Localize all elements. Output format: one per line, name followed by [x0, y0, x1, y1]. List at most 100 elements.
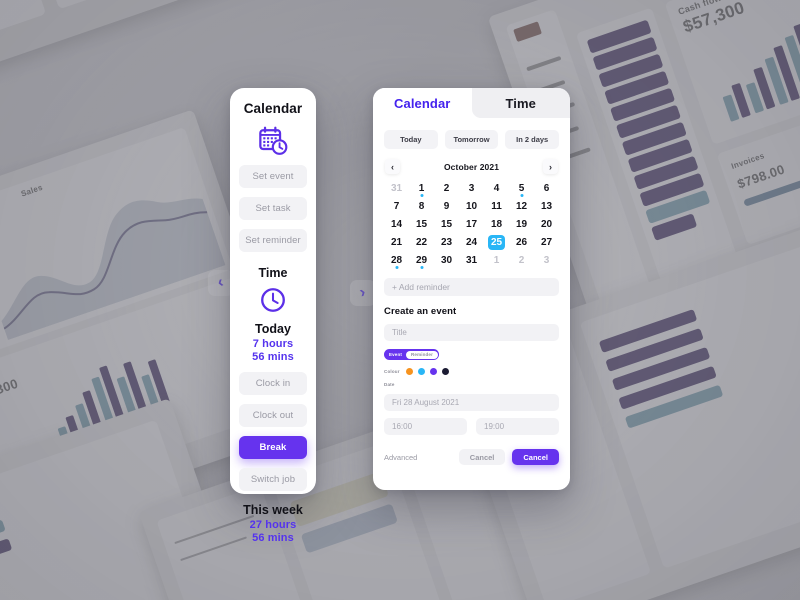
calendar-day[interactable]: 13	[534, 198, 559, 215]
calendar-day[interactable]: 21	[384, 234, 409, 251]
this-week-label: This week	[243, 503, 303, 517]
calendar-day-number: 9	[443, 201, 450, 212]
calendar-day-number: 4	[493, 183, 500, 194]
calendar-day[interactable]: 18	[484, 216, 509, 233]
calendar-day-number: 14	[390, 219, 403, 230]
calendar-day-number: 12	[515, 201, 528, 212]
calendar-day[interactable]: 19	[509, 216, 534, 233]
calendar-day[interactable]: 30	[434, 252, 459, 269]
calendar-day-number: 31	[390, 183, 403, 194]
prev-month-button[interactable]: ‹	[385, 159, 400, 174]
set-task-button[interactable]: Set task	[239, 197, 307, 220]
calendar-day[interactable]: 10	[459, 198, 484, 215]
calendar-day-number: 25	[490, 237, 503, 248]
calendar-day[interactable]: 3	[534, 252, 559, 269]
colour-swatch[interactable]	[405, 368, 413, 375]
calendar-day[interactable]: 1	[484, 252, 509, 269]
calendar-day[interactable]: 4	[484, 180, 509, 197]
clock-in-button[interactable]: Clock in	[239, 372, 307, 395]
calendar-day[interactable]: 31	[384, 180, 409, 197]
calendar-day[interactable]: 28	[384, 252, 409, 269]
week-hours: 27 hours	[249, 519, 297, 531]
tab-calendar[interactable]: Calendar	[373, 88, 472, 118]
calendar-day[interactable]: 2	[509, 252, 534, 269]
calendar-clock-icon	[239, 126, 307, 156]
calendar-day-number: 5	[518, 183, 525, 194]
set-reminder-button[interactable]: Set reminder	[239, 229, 307, 252]
calendar-day[interactable]: 24	[459, 234, 484, 251]
event-start-time-input[interactable]: 16:00	[384, 418, 467, 435]
calendar-day-number: 3	[468, 183, 475, 194]
calendar-day[interactable]: 17	[459, 216, 484, 233]
colour-swatch[interactable]	[429, 368, 437, 375]
calendar-day-number: 27	[540, 237, 553, 248]
calendar-day[interactable]: 2	[434, 180, 459, 197]
calendar-day[interactable]: 15	[409, 216, 434, 233]
calendar-day[interactable]: 6	[534, 180, 559, 197]
quick-date-today[interactable]: Today	[384, 130, 438, 149]
calendar-day-number: 6	[543, 183, 550, 194]
calendar-day[interactable]: 23	[434, 234, 459, 251]
calendar-day-number: 10	[465, 201, 478, 212]
screenshot-root: Cash flow $57,300 Invoices $798.00 $1,46…	[0, 0, 800, 600]
event-title-input[interactable]: Title	[384, 324, 559, 341]
calendar-day[interactable]: 29	[409, 252, 434, 269]
calendar-day[interactable]: 15	[434, 216, 459, 233]
break-button[interactable]: Break	[239, 436, 307, 459]
colour-swatch[interactable]	[441, 368, 449, 375]
calendar-day[interactable]: 3	[459, 180, 484, 197]
footer-buttons: Cancel Cancel	[458, 449, 559, 465]
calendar-day-number: 15	[415, 219, 428, 230]
calendar-day[interactable]: 14	[384, 216, 409, 233]
clock-out-button[interactable]: Clock out	[239, 404, 307, 427]
calendar-day[interactable]: 12	[509, 198, 534, 215]
calendar-day[interactable]: 11	[484, 198, 509, 215]
calendar-day[interactable]: 8	[409, 198, 434, 215]
calendar-day[interactable]: 5	[509, 180, 534, 197]
calendar-day-number: 2	[443, 183, 450, 194]
event-dot	[420, 266, 423, 269]
add-reminder-field[interactable]: + Add reminder	[384, 278, 559, 296]
calendar-day[interactable]: 26	[509, 234, 534, 251]
cancel-button[interactable]: Cancel	[458, 449, 506, 465]
event-date-input[interactable]: Fri 28 August 2021	[384, 394, 559, 411]
switch-job-button[interactable]: Switch job	[239, 468, 307, 491]
advanced-link[interactable]: Advanced	[384, 453, 417, 462]
week-minutes: 56 mins	[252, 532, 294, 544]
event-end-time-input[interactable]: 19:00	[476, 418, 559, 435]
calendar-day-number: 7	[393, 201, 400, 212]
event-type-toggle[interactable]: Event Reminder	[384, 349, 439, 360]
next-month-button[interactable]: ›	[543, 159, 558, 174]
calendar-day-number: 31	[465, 255, 478, 266]
calendar-day-number: 15	[440, 219, 453, 230]
time-section-title: Time	[258, 266, 288, 280]
calendar-day[interactable]: 31	[459, 252, 484, 269]
event-dot	[520, 194, 523, 197]
confirm-button[interactable]: Cancel	[512, 449, 559, 465]
toggle-option-reminder[interactable]: Reminder	[406, 350, 438, 359]
month-navigation: ‹ October 2021 ›	[384, 159, 559, 174]
calendar-day[interactable]: 7	[384, 198, 409, 215]
today-hours: 7 hours	[252, 338, 294, 350]
colour-label: Colour	[384, 369, 400, 374]
calendar-day[interactable]: 1	[409, 180, 434, 197]
quick-date-row: Today Tomorrow In 2 days	[384, 130, 560, 149]
calendar-day[interactable]: 27	[534, 234, 559, 251]
toggle-option-event[interactable]: Event	[385, 352, 406, 357]
calendar-day[interactable]: 25	[484, 234, 509, 251]
calendar-day-number: 22	[415, 237, 428, 248]
calendar-day[interactable]: 9	[434, 198, 459, 215]
panel-footer: Advanced Cancel Cancel	[384, 449, 559, 465]
quick-date-tomorrow[interactable]: Tomorrow	[444, 130, 499, 149]
panel-title: Calendar	[243, 101, 303, 116]
event-dot	[420, 194, 423, 197]
colour-swatch[interactable]	[417, 368, 425, 375]
quick-date-in-2-days[interactable]: In 2 days	[505, 130, 560, 149]
calendar-day[interactable]: 22	[409, 234, 434, 251]
month-label: October 2021	[443, 161, 500, 172]
tab-time[interactable]: Time	[471, 88, 570, 118]
set-event-button[interactable]: Set event	[239, 165, 307, 188]
calendar-day-number: 30	[440, 255, 453, 266]
calendar-day[interactable]: 20	[534, 216, 559, 233]
colour-picker: Colour	[384, 368, 559, 375]
